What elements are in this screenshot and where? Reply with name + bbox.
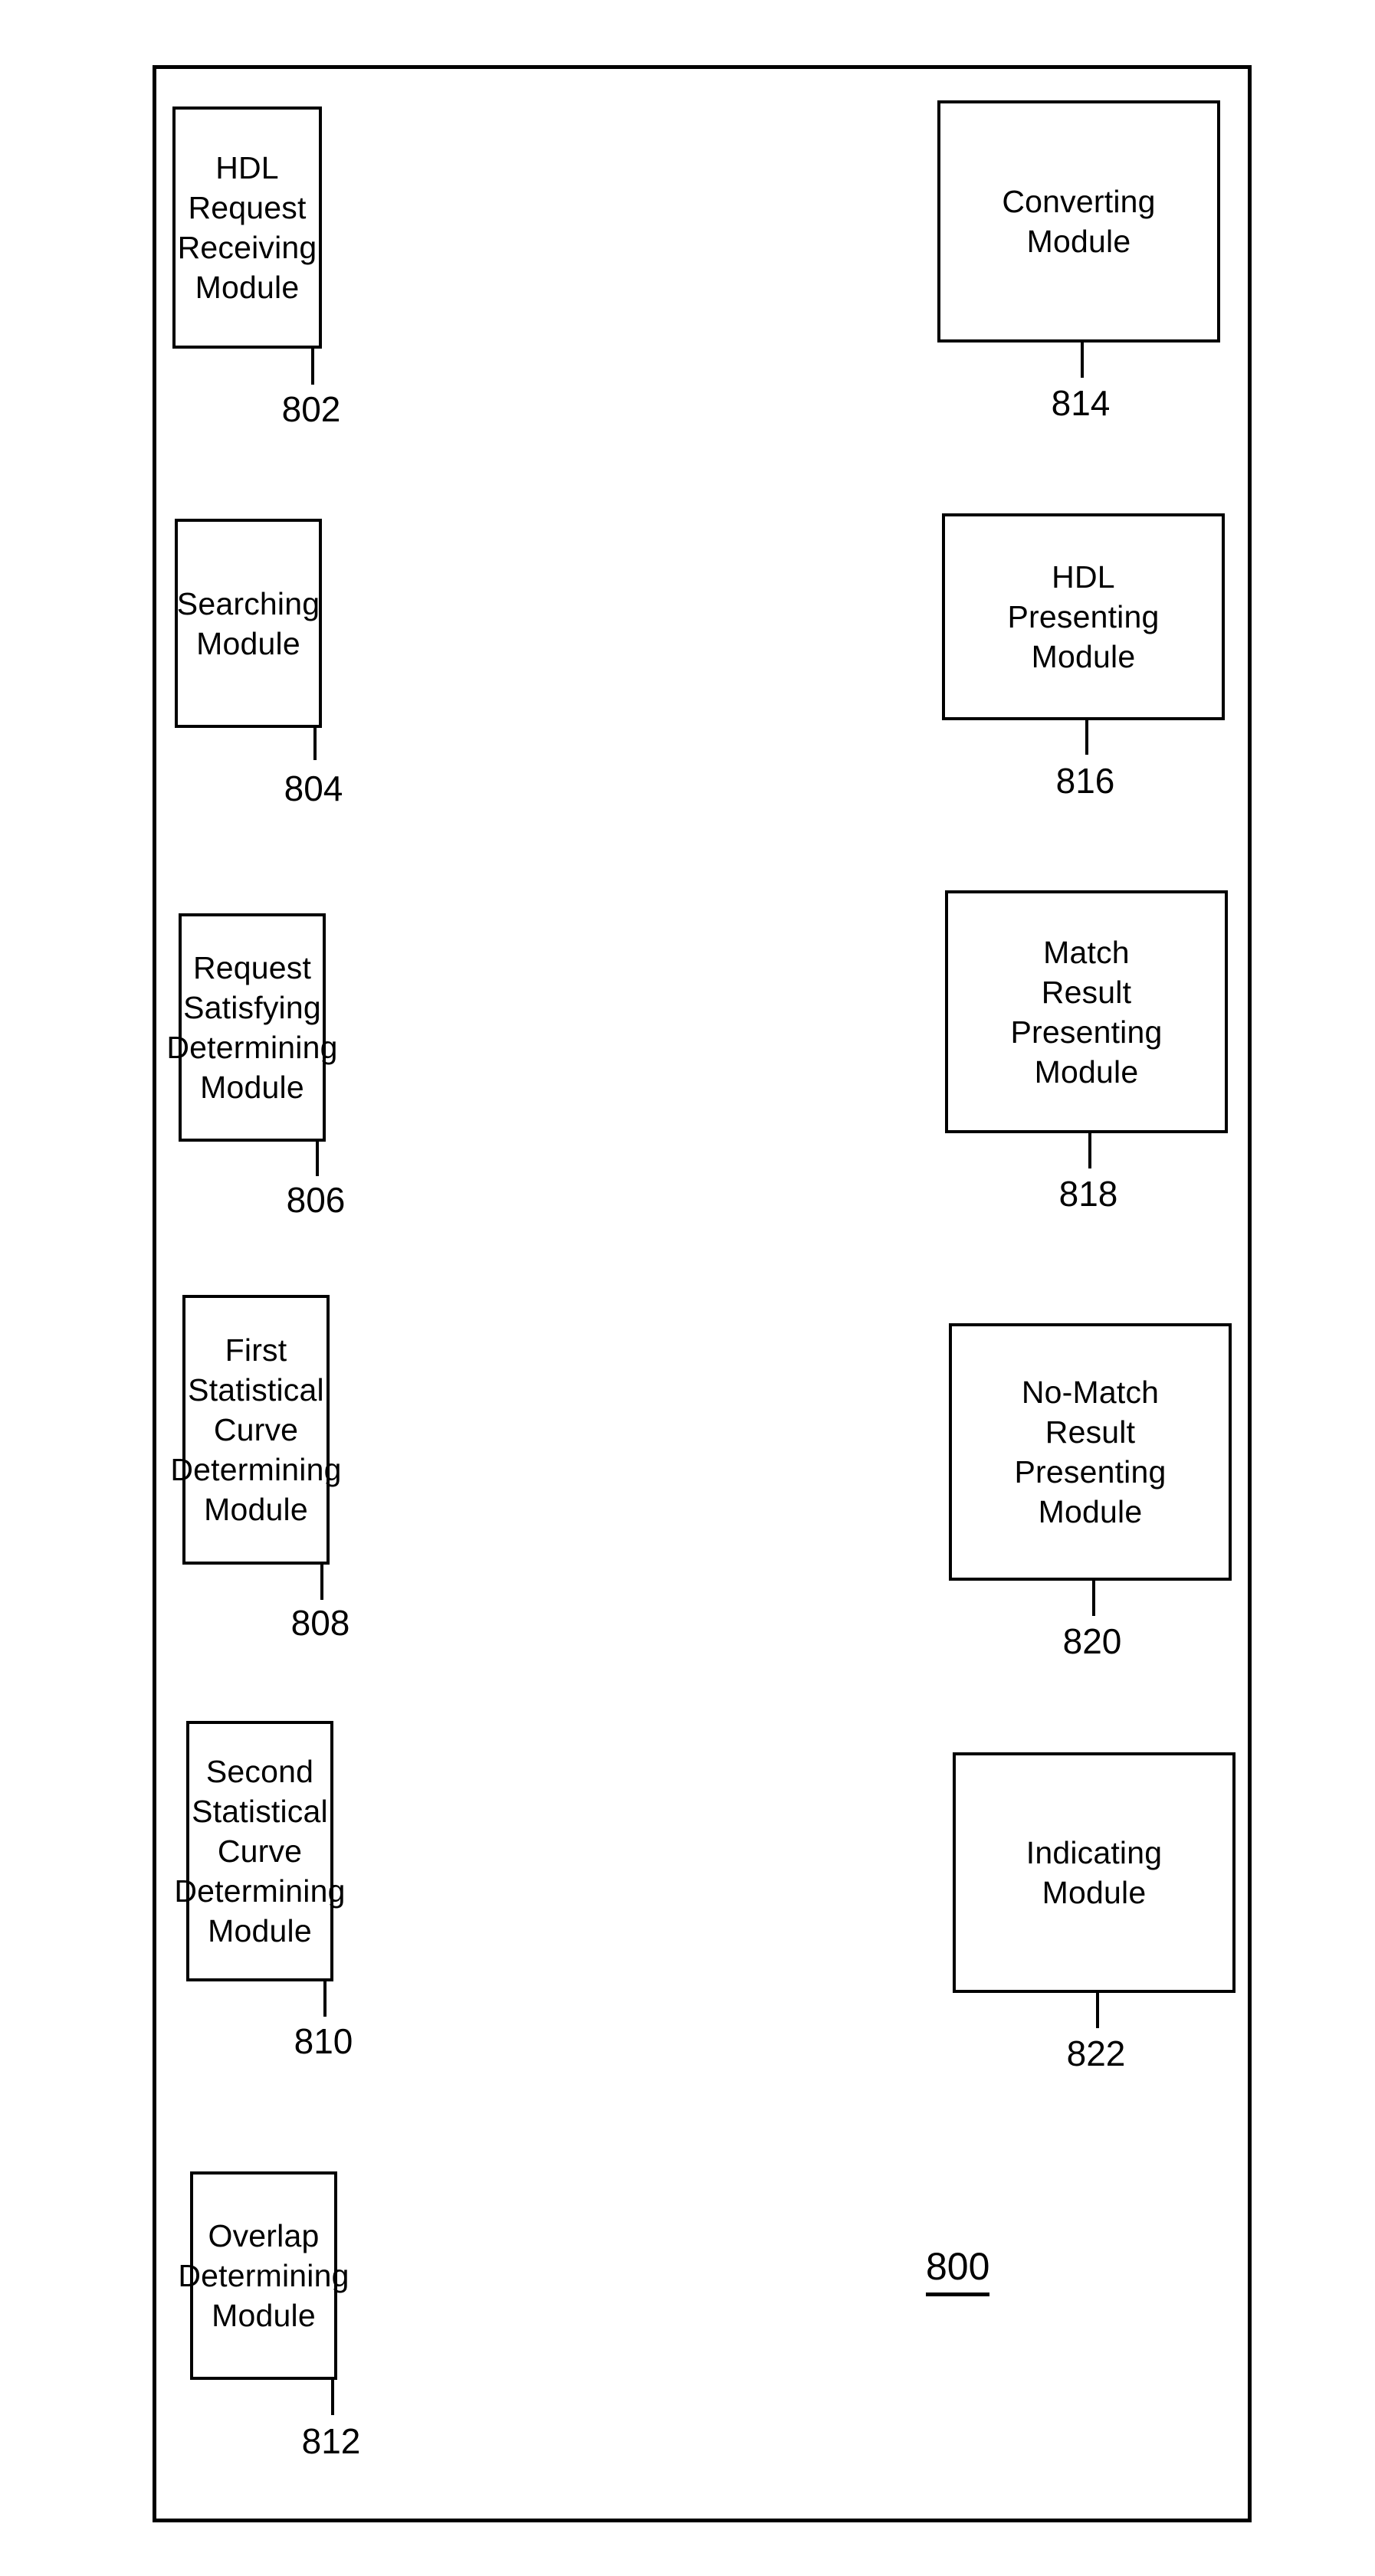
- module-block-searching: Searching Module: [175, 519, 322, 728]
- module-block-first-statistical-curve-determining: First Statistical Curve Determining Modu…: [170, 1295, 341, 1565]
- module-label-no-match-result-presenting: No-Match Result Presenting Module: [1014, 1375, 1167, 1529]
- module-label-converting: Converting Module: [1002, 184, 1156, 259]
- module-label-second-statistical-curve-determining: Second Statistical Curve Determining Mod…: [174, 1754, 346, 1948]
- leader-tick-816: [1085, 720, 1088, 755]
- leader-tick-804: [313, 728, 317, 760]
- ref-numeral-804: 804: [284, 769, 343, 808]
- module-block-hdl-presenting: HDL Presenting Module: [942, 513, 1225, 720]
- module-block-indicating: Indicating Module: [953, 1752, 1236, 1993]
- ref-numeral-810: 810: [294, 2021, 353, 2061]
- leader-tick-822: [1096, 1993, 1099, 2028]
- module-block-match-result-presenting: Match Result Presenting Module: [945, 890, 1228, 1133]
- leader-tick-802: [311, 349, 314, 385]
- module-label-first-statistical-curve-determining: First Statistical Curve Determining Modu…: [170, 1332, 342, 1527]
- leader-tick-806: [316, 1142, 319, 1176]
- module-label-searching: Searching Module: [176, 585, 320, 661]
- ref-numeral-802: 802: [281, 389, 341, 429]
- leader-tick-818: [1088, 1133, 1091, 1168]
- module-label-hdl-presenting: HDL Presenting Module: [1007, 559, 1160, 674]
- module-label-overlap-determining: Overlap Determining Module: [178, 2218, 349, 2333]
- module-label-match-result-presenting: Match Result Presenting Module: [1010, 934, 1163, 1090]
- module-block-request-satisfying-determining: Request Satisfying Determining Module: [166, 913, 337, 1142]
- leader-tick-820: [1092, 1581, 1095, 1616]
- module-block-second-statistical-curve-determining: Second Statistical Curve Determining Mod…: [174, 1721, 345, 1981]
- module-block-hdl-request-receiving: HDL Request Receiving Module: [172, 107, 322, 349]
- leader-tick-814: [1081, 342, 1084, 378]
- module-block-overlap-determining: Overlap Determining Module: [178, 2171, 349, 2380]
- ref-numeral-814: 814: [1051, 383, 1111, 423]
- module-block-no-match-result-presenting: No-Match Result Presenting Module: [949, 1323, 1232, 1581]
- ref-numeral-820: 820: [1062, 1621, 1122, 1661]
- leader-tick-812: [331, 2380, 334, 2415]
- leader-tick-810: [323, 1981, 327, 2017]
- figure-numeral-800: 800: [926, 2245, 990, 2296]
- figure-numeral-text: 800: [926, 2245, 990, 2296]
- module-label-indicating: Indicating Module: [1026, 1835, 1163, 1910]
- patent-figure-canvas: HDL Request Receiving Module 802 Searchi…: [0, 0, 1375, 2576]
- ref-numeral-808: 808: [290, 1603, 350, 1643]
- module-block-converting: Converting Module: [937, 100, 1220, 342]
- ref-numeral-812: 812: [301, 2421, 361, 2461]
- ref-numeral-806: 806: [286, 1180, 346, 1220]
- module-label-request-satisfying-determining: Request Satisfying Determining Module: [166, 950, 338, 1105]
- ref-numeral-816: 816: [1055, 761, 1115, 801]
- leader-tick-808: [320, 1565, 323, 1600]
- ref-numeral-818: 818: [1058, 1174, 1118, 1214]
- module-label-hdl-request-receiving: HDL Request Receiving Module: [177, 150, 317, 305]
- apparatus-outer-border: [153, 65, 1252, 2522]
- ref-numeral-822: 822: [1066, 2034, 1126, 2073]
